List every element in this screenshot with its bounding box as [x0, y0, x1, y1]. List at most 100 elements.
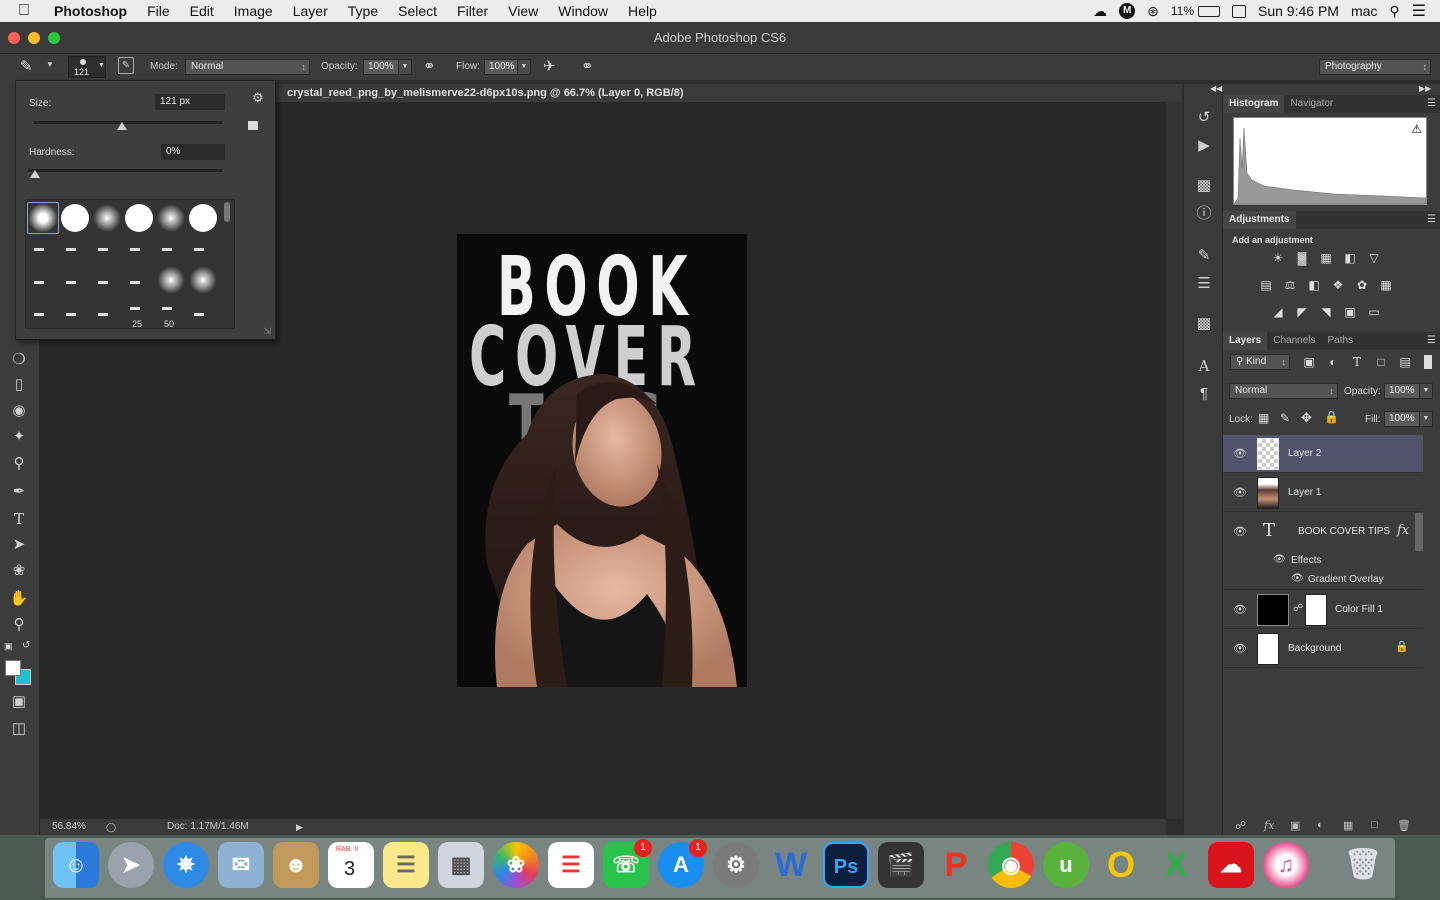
- hardness-slider-thumb[interactable]: [30, 170, 40, 178]
- layer-row-book-cover-tips[interactable]: 👁 T BOOK COVER TIPS fx: [1223, 513, 1423, 551]
- notes-icon[interactable]: ☰: [383, 842, 429, 888]
- zoom-tool-icon[interactable]: ⚲: [8, 615, 30, 635]
- presets-scrollbar[interactable]: [224, 202, 230, 222]
- brush-preset-picker[interactable]: 121 ▼: [68, 56, 106, 78]
- pressure-size-icon[interactable]: ⚭: [581, 57, 594, 75]
- warning-icon[interactable]: ⚠: [1411, 122, 1422, 136]
- swap-colors-icon[interactable]: ↺: [22, 640, 30, 651]
- visibility-eye-icon[interactable]: 👁: [1233, 603, 1247, 616]
- brush-preset-small[interactable]: ▬: [98, 277, 112, 287]
- opacity-dropdown-arrow[interactable]: ▼: [398, 59, 412, 75]
- size-slider-track[interactable]: [34, 121, 222, 124]
- calendar-icon[interactable]: [1232, 4, 1246, 18]
- menu-view[interactable]: View: [498, 3, 548, 19]
- panel-menu-icon[interactable]: ☰: [1427, 332, 1436, 350]
- spotlight-search-icon[interactable]: ⚲: [1389, 3, 1399, 20]
- status-info-icon[interactable]: ◯: [106, 819, 116, 835]
- posterize-icon[interactable]: ◤: [1294, 305, 1310, 319]
- brush-preset-small[interactable]: ▬: [66, 277, 80, 287]
- brush-presets-panel-icon[interactable]: ☰: [1193, 274, 1215, 294]
- user-name[interactable]: mac: [1351, 3, 1377, 19]
- blur-tool-icon[interactable]: ✦: [8, 427, 30, 447]
- filter-smart-object-icon[interactable]: ▤: [1397, 355, 1413, 369]
- finder-icon[interactable]: ☺: [53, 842, 99, 888]
- visibility-eye-icon[interactable]: 👁: [1273, 554, 1286, 565]
- info-panel-icon[interactable]: ⓘ: [1193, 204, 1215, 224]
- filter-toggle[interactable]: [1424, 355, 1432, 369]
- hardness-field[interactable]: 0%: [161, 144, 225, 160]
- menu-edit[interactable]: Edit: [180, 3, 224, 19]
- layer-filter-kind[interactable]: ⚲ Kind: [1230, 354, 1290, 370]
- brush-preset-small[interactable]: ▬: [130, 303, 144, 313]
- link-layers-icon[interactable]: ☍: [1235, 819, 1246, 832]
- history-panel-icon[interactable]: ↺: [1193, 108, 1215, 128]
- launchpad-icon[interactable]: ➤: [108, 842, 154, 888]
- brush-preset-small[interactable]: ▬: [34, 309, 48, 319]
- color-lookup-icon[interactable]: ▦: [1378, 278, 1394, 292]
- calendar-app-icon[interactable]: RAB. II 3: [328, 842, 374, 888]
- zoom-level[interactable]: 56.84%: [52, 819, 86, 835]
- mail-eagle-icon[interactable]: ✉: [218, 842, 264, 888]
- brush-preset-small[interactable]: ▬: [194, 244, 208, 254]
- notification-center-icon[interactable]: ☰: [1412, 1, 1426, 21]
- opacity-field[interactable]: 100%: [363, 59, 399, 75]
- filter-shape-icon[interactable]: □: [1373, 355, 1389, 369]
- brush-preset-small[interactable]: ▬: [162, 244, 176, 254]
- clock[interactable]: Sun 9:46 PM: [1258, 3, 1339, 19]
- reminders-icon[interactable]: ☰: [548, 842, 594, 888]
- final-cut-icon[interactable]: 🎬: [878, 842, 924, 888]
- tool-preset-dropdown-arrow[interactable]: ▼: [46, 60, 54, 69]
- filter-pixel-icon[interactable]: ▣: [1301, 355, 1317, 369]
- brush-preset-small[interactable]: ▬: [34, 277, 48, 287]
- paint-bucket-icon[interactable]: ◉: [8, 401, 30, 421]
- vertical-scrollbar[interactable]: [1166, 102, 1182, 819]
- hue-saturation-icon[interactable]: ▤: [1258, 278, 1274, 292]
- properties-panel-icon[interactable]: ▩: [1193, 176, 1215, 196]
- vibrance-icon[interactable]: ▽: [1366, 251, 1382, 265]
- brush-settings-gear-icon[interactable]: ⚙: [252, 90, 264, 106]
- brush-preset-soft[interactable]: [93, 204, 121, 232]
- utorrent-icon[interactable]: u: [1043, 842, 1089, 888]
- selective-color-icon[interactable]: ▣: [1342, 305, 1358, 319]
- visibility-eye-icon[interactable]: 👁: [1233, 447, 1247, 460]
- status-menu-arrow[interactable]: ▶: [296, 819, 303, 835]
- new-preset-icon[interactable]: [248, 121, 258, 130]
- brush-preset-small[interactable]: ▬: [162, 303, 176, 313]
- menu-type[interactable]: Type: [338, 3, 388, 19]
- paragraph-panel-icon[interactable]: ¶: [1193, 384, 1215, 404]
- chrome-icon[interactable]: ◉: [988, 842, 1034, 888]
- brush-preset-soft-4[interactable]: [189, 266, 217, 294]
- document-canvas[interactable]: BOOK COVER TIPS: [457, 234, 747, 687]
- brush-preset-small[interactable]: ▬: [66, 244, 80, 254]
- custom-shape-icon[interactable]: ❀: [8, 561, 30, 581]
- default-colors-icon[interactable]: ▣: [4, 641, 13, 652]
- lock-all-icon[interactable]: 🔒: [1324, 410, 1339, 424]
- lock-transparent-icon[interactable]: ▦: [1258, 411, 1269, 425]
- brush-panel-icon[interactable]: ✎: [1193, 246, 1215, 266]
- dodge-tool-icon[interactable]: ⚲: [8, 454, 30, 474]
- menu-help[interactable]: Help: [618, 3, 667, 19]
- type-tool-icon[interactable]: T: [8, 509, 30, 529]
- levels-icon[interactable]: ▓: [1294, 251, 1310, 265]
- flow-field[interactable]: 100%: [484, 59, 518, 75]
- filter-adjustment-icon[interactable]: ◐: [1325, 355, 1341, 369]
- opera-icon[interactable]: O: [1098, 842, 1144, 888]
- brush-preset-small[interactable]: ▬: [34, 244, 48, 254]
- channel-mixer-icon[interactable]: ✿: [1354, 278, 1370, 292]
- itunes-icon[interactable]: ♫: [1263, 842, 1309, 888]
- document-tab[interactable]: crystal_reed_png_by_melismerve22-d6px10s…: [276, 84, 1182, 102]
- gradient-overlay-row[interactable]: 👁 Gradient Overlay: [1223, 570, 1423, 590]
- brush-preset-small[interactable]: ▬: [98, 309, 112, 319]
- zoom-window-button[interactable]: [48, 32, 60, 44]
- collapse-panels-arrow[interactable]: ◀◀: [1210, 84, 1222, 93]
- malwarebytes-icon[interactable]: M: [1119, 3, 1136, 19]
- photos-icon[interactable]: ❀: [493, 842, 539, 888]
- new-group-icon[interactable]: ▦: [1343, 819, 1353, 832]
- close-window-button[interactable]: [8, 32, 20, 44]
- quick-mask-icon[interactable]: ▣: [8, 692, 30, 712]
- brush-preset-soft-3[interactable]: [157, 266, 185, 294]
- trash-icon[interactable]: 🗑: [1340, 842, 1386, 888]
- new-layer-icon[interactable]: □: [1371, 819, 1378, 831]
- foreground-color-swatch[interactable]: [5, 660, 21, 676]
- path-selection-icon[interactable]: ➤: [8, 535, 30, 555]
